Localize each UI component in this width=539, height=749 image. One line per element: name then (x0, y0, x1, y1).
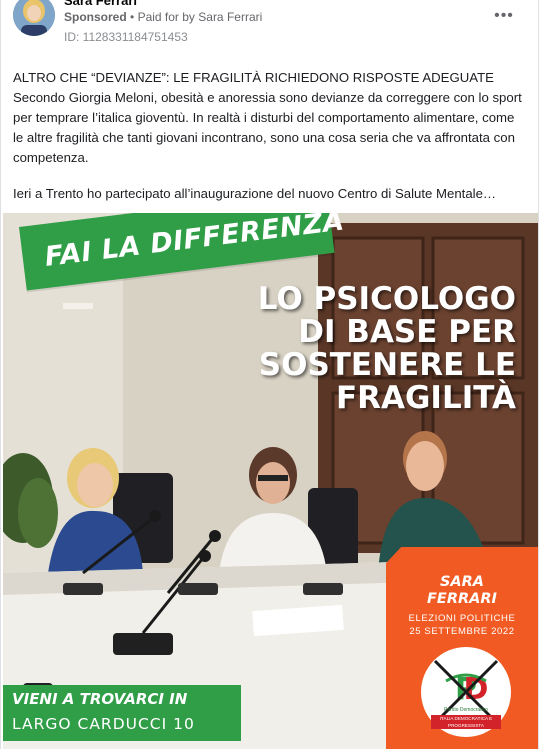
ad-headline: LO PSICOLOGO DI BASE PER SOSTENERE LE FR… (258, 283, 516, 415)
headline-line: LO PSICOLOGO (257, 281, 516, 317)
more-horizontal-icon[interactable]: ••• (492, 8, 516, 24)
sponsored-label: Sponsored (64, 10, 127, 24)
logo-ribbon: ITALIA DEMOCRATICA E PROGRESSISTA (431, 715, 501, 729)
banner-bottom-line2: LARGO CARDUCCI 10 (12, 715, 195, 733)
post-meta: Sponsored • Paid for by Sara Ferrari (64, 10, 262, 24)
post-paragraph-truncated[interactable]: Ieri a Trento ho partecipato all’inaugur… (13, 184, 528, 204)
author-avatar[interactable] (13, 0, 55, 36)
banner-bottom-line1: VIENI A TROVARCI IN (12, 690, 188, 708)
pd-logo: P D Partito Democratico ITALIA DEMOCRATI… (421, 647, 511, 737)
banner-address: VIENI A TROVARCI IN LARGO CARDUCCI 10 (3, 685, 241, 741)
ad-image[interactable]: FAI LA DIFFERENZA LO PSICOLOGO DI BASE P… (3, 213, 538, 749)
candidate-last-name: FERRARI (427, 591, 497, 607)
headline-line: DI BASE PER (298, 314, 516, 350)
post-title-line: ALTRO CHE “DEVIANZE”: LE FRAGILITÀ RICHI… (13, 70, 494, 85)
post-text: ALTRO CHE “DEVIANZE”: LE FRAGILITÀ RICHI… (13, 68, 528, 204)
headline-line: SOSTENERE LE (258, 347, 516, 383)
ad-post-card: Sara Ferrari Sponsored • Paid for by Sar… (0, 0, 539, 749)
election-line2: 25 SETTEMBRE 2022 (409, 626, 515, 637)
post-paragraph: Secondo Giorgia Meloni, obesità e anores… (13, 90, 522, 165)
logo-subtitle: Partito Democratico (444, 707, 488, 713)
election-line1: ELEZIONI POLITICHE (408, 613, 516, 624)
headline-line: FRAGILITÀ (335, 380, 516, 416)
meta-separator: • (130, 10, 135, 24)
candidate-first-name: SARA (439, 574, 485, 590)
paid-for-label: Paid for by Sara Ferrari (137, 10, 263, 24)
ad-id: ID: 1128331184751453 (64, 30, 188, 44)
author-name[interactable]: Sara Ferrari (64, 0, 137, 8)
